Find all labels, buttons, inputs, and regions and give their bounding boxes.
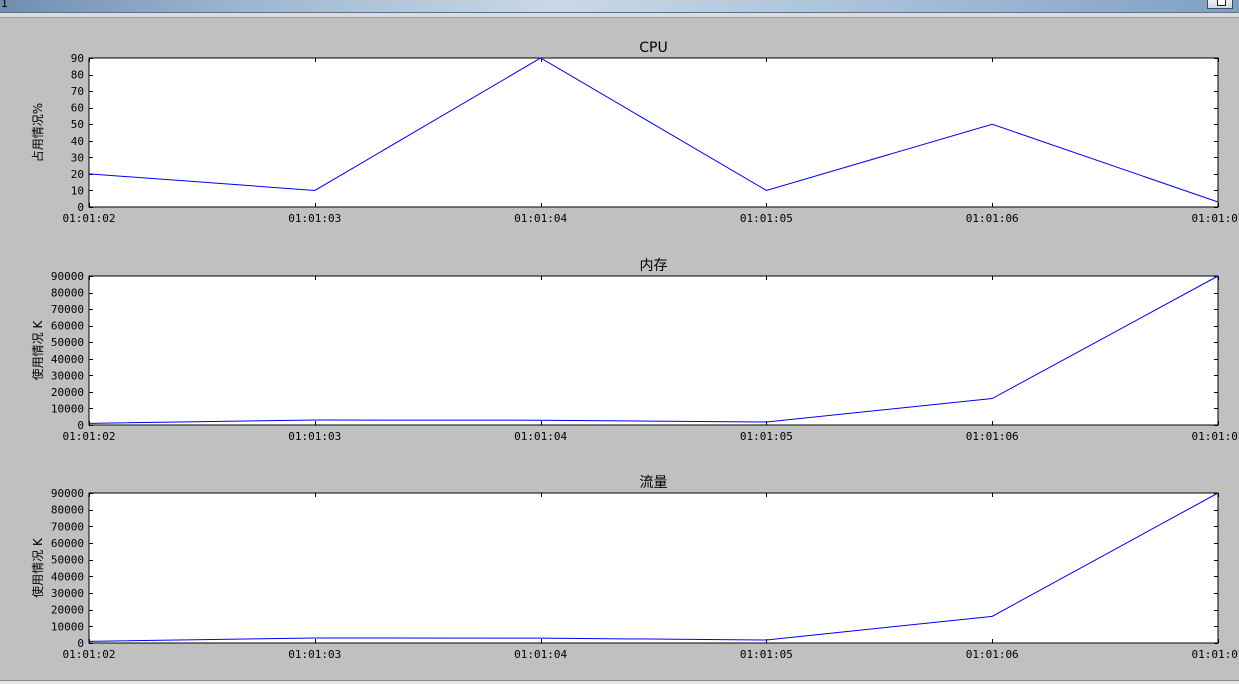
cpu-y-tick-label: 40 (71, 135, 84, 148)
cpu-y-tick-label: 80 (71, 69, 84, 82)
memory-chart-title: 内存 (640, 258, 668, 274)
cpu-chart-title: CPU (639, 40, 667, 56)
memory-y-tick-label: 30000 (51, 369, 84, 382)
cpu-data-point (1217, 201, 1220, 204)
traffic-y-tick-label: 30000 (51, 587, 84, 600)
memory-data-point (1217, 275, 1220, 278)
cpu-x-tick-label: 01:01:07 (1192, 212, 1239, 225)
traffic-x-tick-label: 01:01:02 (63, 648, 116, 661)
cpu-plot-area (88, 57, 1219, 208)
traffic-data-point (88, 640, 91, 643)
traffic-plot-area (88, 492, 1219, 644)
cpu-y-tick-label: 50 (71, 118, 84, 131)
memory-y-tick-label: 50000 (51, 336, 84, 349)
cpu-data-point (765, 189, 768, 192)
chart-figure: CPU占用情况%010203040506070809001:01:02 01:01… (30, 40, 1239, 661)
memory-x-tick-label: 01:01:04 (514, 430, 567, 443)
memory-data-point (539, 419, 542, 422)
cpu-y-tick-label: 60 (71, 102, 84, 115)
memory-y-axis-label: 使用情况 K (30, 320, 45, 381)
traffic-x-tick-label: 01:01:03 (288, 648, 341, 661)
traffic-x-tick-label: 01:01:05 (740, 648, 793, 661)
memory-x-tick-label: 01:01:07 (1192, 430, 1239, 443)
cpu-data-point (539, 57, 542, 60)
memory-plot-area (88, 275, 1219, 426)
traffic-y-tick-label: 70000 (51, 520, 84, 533)
memory-y-tick-label: 20000 (51, 386, 84, 399)
memory-y-tick-label: 80000 (51, 287, 84, 300)
cpu-data-point (313, 189, 316, 192)
traffic-data-point (1217, 492, 1220, 495)
memory-y-tick-label: 90000 (51, 270, 84, 283)
cpu-y-tick-label: 10 (71, 184, 84, 197)
memory-y-tick-label: 70000 (51, 303, 84, 316)
traffic-data-point (539, 637, 542, 640)
memory-x-tick-label: 01:01:03 (288, 430, 341, 443)
traffic-data-point (991, 615, 994, 618)
traffic-chart-title: 流量 (640, 475, 668, 491)
plot-window: 1 CPU 占用情况% 0 10 20 30 40 50 60 70 80 90 01:01:02 01:… (0, 0, 1239, 684)
status-strip (0, 680, 1239, 684)
cpu-y-tick-label: 90 (71, 52, 84, 65)
traffic-y-tick-label: 60000 (51, 537, 84, 550)
memory-y-tick-label: 40000 (51, 353, 84, 366)
memory-x-tick-label: 01:01:05 (740, 430, 793, 443)
cpu-x-tick-label: 01:01:05 (740, 212, 793, 225)
traffic-chart: 流量使用情况 K01000020000300004000050000600007… (30, 475, 1239, 661)
traffic-data-point (765, 639, 768, 642)
memory-data-point (991, 397, 994, 400)
traffic-y-tick-label: 40000 (51, 570, 84, 583)
memory-y-tick-label: 60000 (51, 320, 84, 333)
cpu-x-tick-label: 01:01:04 (514, 212, 567, 225)
traffic-x-tick-label: 01:01:04 (514, 648, 567, 661)
memory-x-tick-label: 01:01:06 (966, 430, 1019, 443)
traffic-y-tick-label: 50000 (51, 554, 84, 567)
cpu-y-tick-label: 30 (71, 151, 84, 164)
cpu-data-point (88, 172, 91, 175)
traffic-x-tick-label: 01:01:06 (966, 648, 1019, 661)
memory-data-point (88, 422, 91, 425)
traffic-x-tick-label: 01:01:07 (1192, 648, 1239, 661)
memory-y-tick-label: 10000 (51, 402, 84, 415)
memory-data-point (313, 419, 316, 422)
traffic-y-tick-label: 10000 (51, 620, 84, 633)
cpu-data-point (991, 123, 994, 126)
cpu-chart: CPU占用情况%010203040506070809001:01:02 01:01… (30, 40, 1239, 225)
memory-chart: 内存使用情况 K01000020000300004000050000600007… (30, 258, 1239, 443)
cpu-x-tick-label: 01:01:02 (63, 212, 116, 225)
traffic-y-tick-label: 90000 (51, 487, 84, 500)
memory-x-tick-label: 01:01:02 (63, 430, 116, 443)
traffic-y-axis-label: 使用情况 K (30, 537, 45, 598)
traffic-y-tick-label: 80000 (51, 504, 84, 517)
traffic-y-tick-label: 20000 (51, 604, 84, 617)
memory-data-point (765, 421, 768, 424)
traffic-data-point (313, 637, 316, 640)
cpu-y-tick-label: 20 (71, 168, 84, 181)
cpu-y-axis-label: 占用情况% (30, 103, 45, 162)
cpu-x-tick-label: 01:01:03 (288, 212, 341, 225)
cpu-x-tick-label: 01:01:06 (966, 212, 1019, 225)
cpu-y-tick-label: 70 (71, 85, 84, 98)
